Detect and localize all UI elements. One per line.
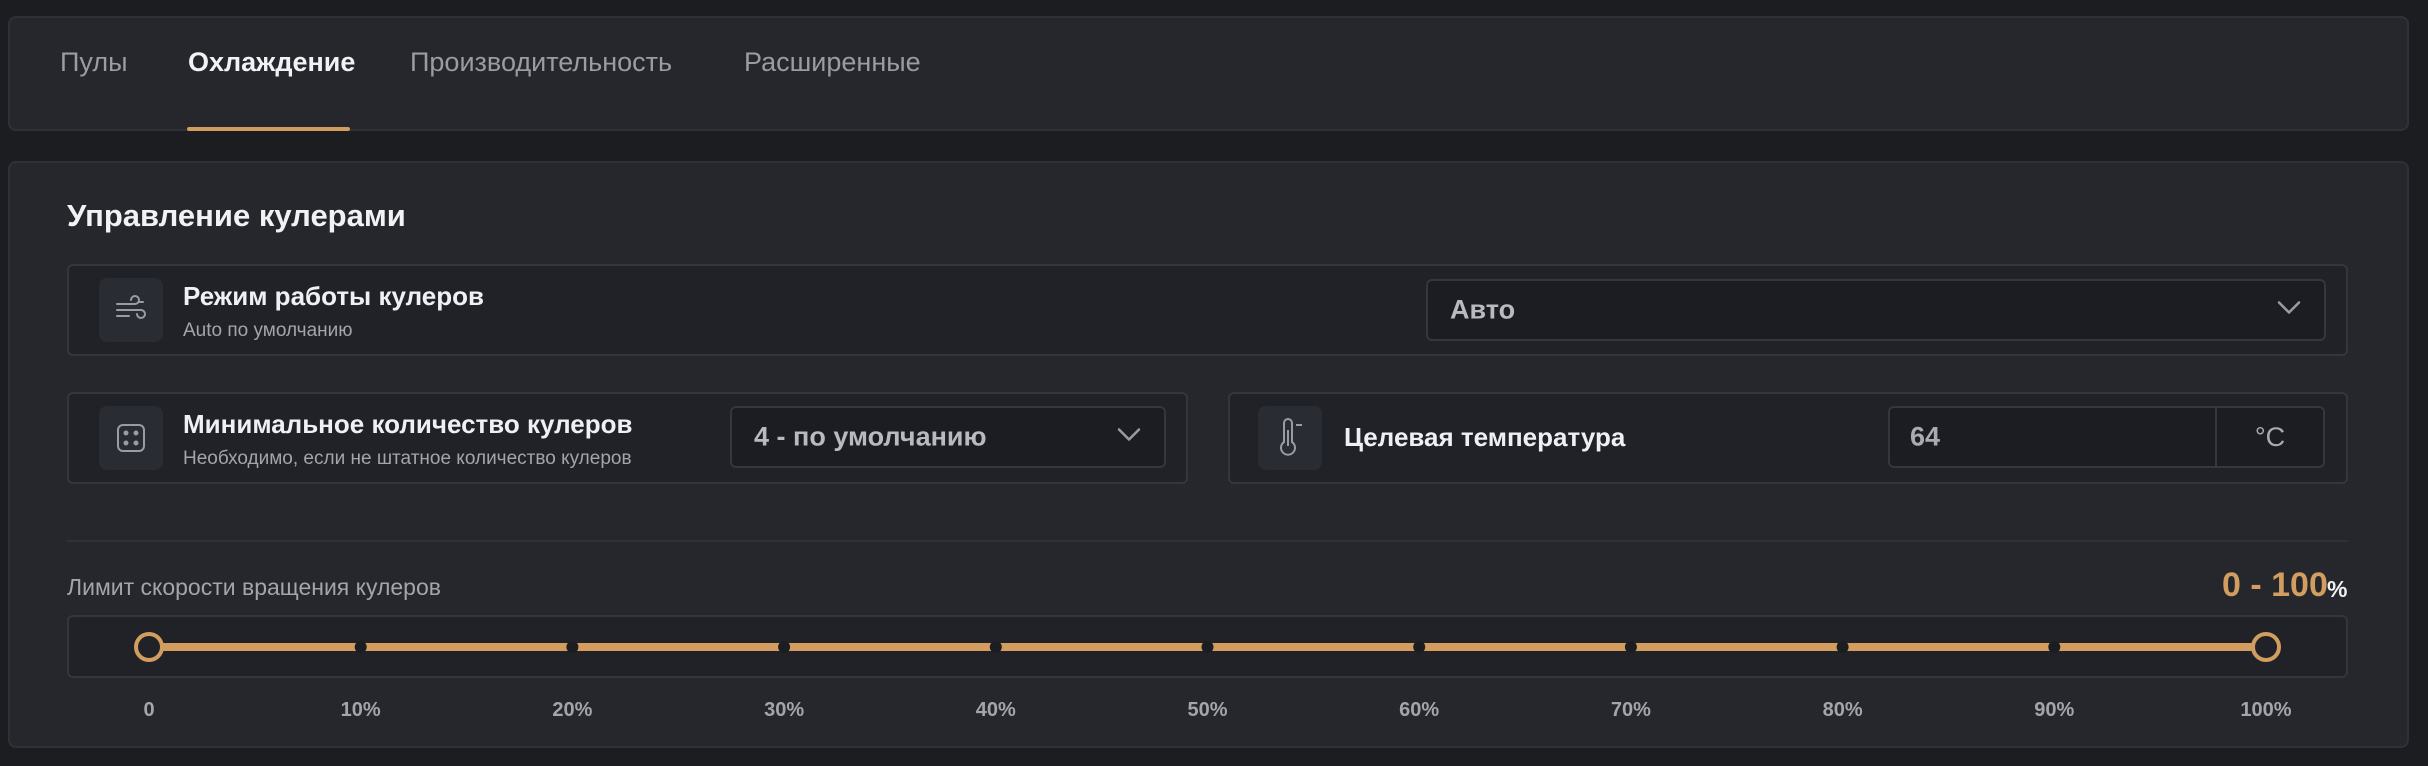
active-tab-indicator bbox=[187, 127, 350, 131]
tabs-panel bbox=[8, 16, 2409, 131]
slider-tick-label: 0 bbox=[143, 699, 155, 721]
tab-performance[interactable]: Производительность bbox=[410, 47, 672, 78]
tab-cooling[interactable]: Охлаждение bbox=[188, 47, 355, 78]
slider-tick-label: 50% bbox=[1187, 699, 1228, 721]
thermometer-icon bbox=[1258, 406, 1322, 470]
tab-pools[interactable]: Пулы bbox=[60, 47, 127, 78]
target-temp-title: Целевая температура bbox=[1344, 422, 1626, 452]
divider bbox=[67, 540, 2348, 542]
speed-limit-range: 0 - 100 bbox=[2222, 566, 2328, 604]
slider-tick-label: 90% bbox=[2034, 699, 2075, 721]
section-title: Управление кулерами bbox=[67, 198, 406, 233]
tab-advanced[interactable]: Расширенные bbox=[744, 47, 921, 78]
min-fans-title: Минимальное количество кулеров bbox=[183, 409, 633, 439]
slider-tick-label: 10% bbox=[340, 699, 381, 721]
min-fans-select-value: 4 - по умолчанию bbox=[754, 421, 987, 452]
speed-limit-label: Лимит скорости вращения кулеров bbox=[67, 574, 441, 600]
min-fans-select[interactable]: 4 - по умолчанию bbox=[730, 406, 1166, 468]
target-temp-value: 64 bbox=[1910, 421, 1941, 452]
slider-tick-label: 60% bbox=[1399, 699, 1440, 721]
fan-mode-select-value: Авто bbox=[1450, 294, 1516, 325]
min-fans-subtitle: Необходимо, если не штатное количество к… bbox=[183, 448, 632, 469]
fan-count-icon bbox=[99, 406, 163, 470]
slider-tick-label: 100% bbox=[2240, 699, 2292, 721]
fan-mode-subtitle: Auto по умолчанию bbox=[183, 320, 353, 341]
wind-icon bbox=[99, 278, 163, 342]
speed-limit-slider[interactable] bbox=[67, 615, 2348, 678]
slider-tick-label: 80% bbox=[1822, 699, 1863, 721]
chevron-down-icon bbox=[1116, 427, 1142, 448]
slider-tick-label: 70% bbox=[1610, 699, 1651, 721]
slider-tick-label: 20% bbox=[552, 699, 593, 721]
slider-tick-label: 40% bbox=[975, 699, 1016, 721]
chevron-down-icon bbox=[2276, 300, 2302, 321]
target-temp-input[interactable]: 64 bbox=[1888, 406, 2217, 468]
slider-tick-label: 30% bbox=[764, 699, 805, 721]
fan-mode-title: Режим работы кулеров bbox=[183, 281, 484, 311]
target-temp-unit: °C bbox=[2215, 406, 2325, 468]
speed-limit-unit: % bbox=[2327, 576, 2348, 602]
fan-mode-select[interactable]: Авто bbox=[1426, 279, 2326, 341]
